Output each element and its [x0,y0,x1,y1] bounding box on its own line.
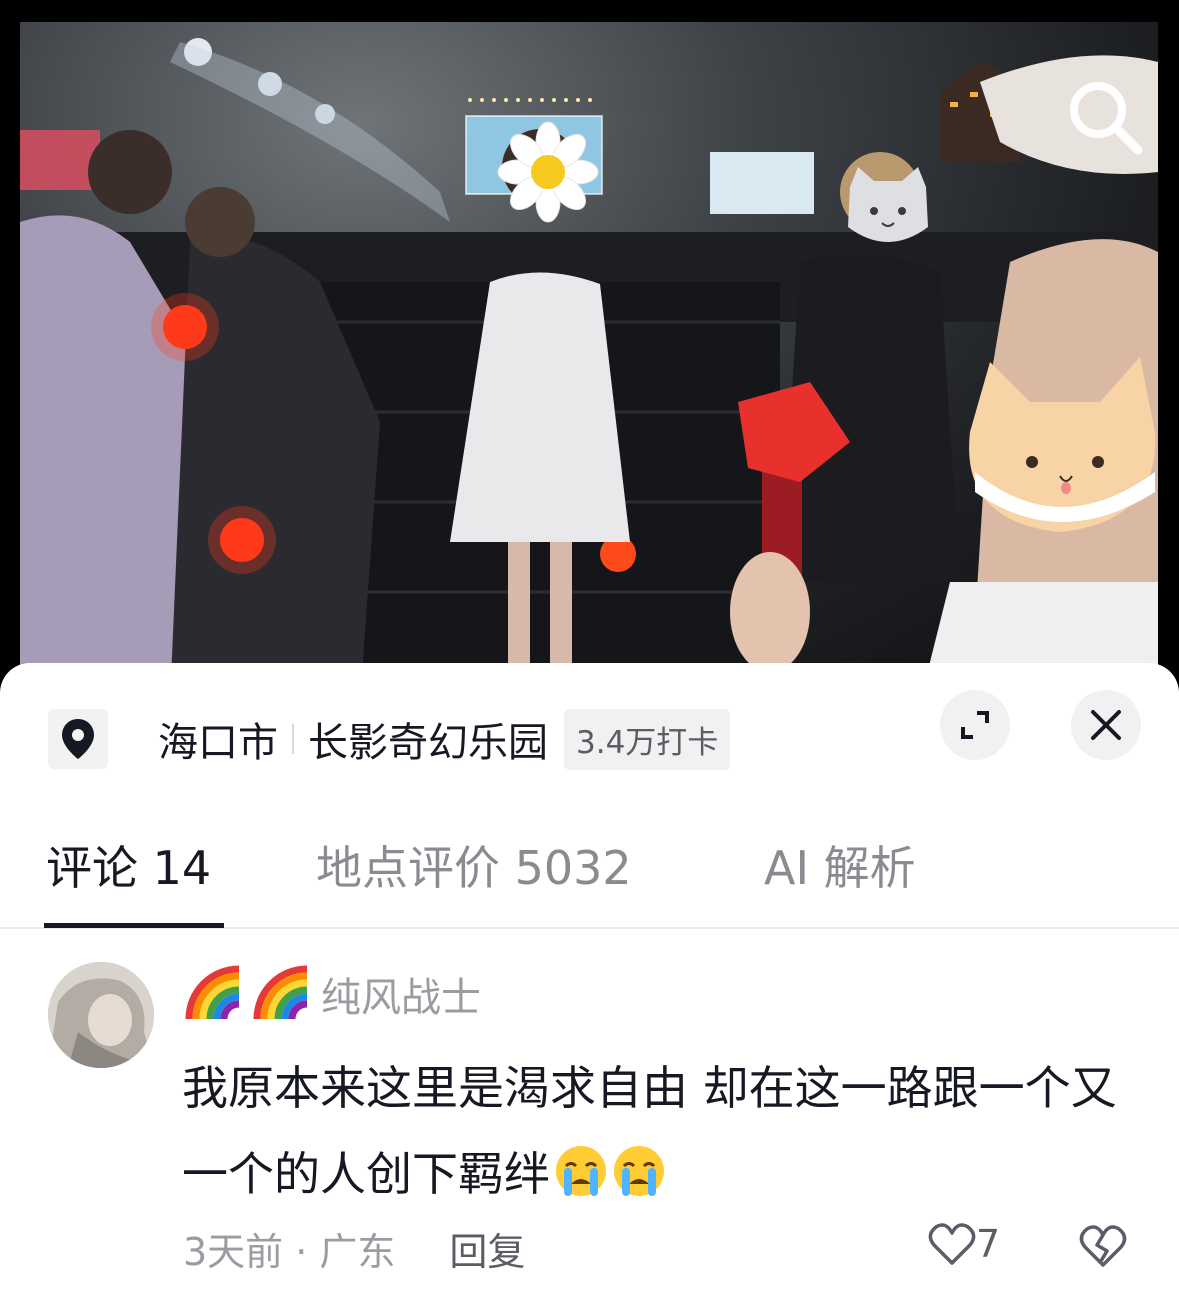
dislike-button[interactable] [1077,1221,1129,1273]
reply-button[interactable]: 回复 [449,1221,525,1276]
broken-heart-icon [1079,1225,1127,1267]
close-icon [1091,710,1121,740]
expand-button[interactable] [940,690,1010,760]
media-viewer[interactable] [0,0,1179,700]
crying-face-icon [614,1146,664,1196]
tab-comments[interactable]: 评论 14 [46,833,211,903]
username[interactable]: 纯风战士 [321,965,481,1023]
close-button[interactable] [1071,690,1141,760]
location-bar[interactable]: 海口市 长影奇幻乐园 3.4万打卡 [48,708,731,770]
comment-sheet: 海口市 长影奇幻乐园 3.4万打卡 评论 14 地点评价 5032 AI 解析 [0,663,1179,1299]
map-pin-icon [48,709,108,769]
avatar[interactable] [48,962,154,1068]
like-button[interactable]: 7 [928,1221,1000,1267]
tab-ai-analysis[interactable]: AI 解析 [764,833,916,903]
location-separator [292,724,294,754]
location-city[interactable]: 海口市 [158,710,278,768]
comment-text: 我原本来这里是渴求自由 却在这一路跟一个又一个的人创下羁绊 [182,1045,1142,1217]
heart-icon [928,1223,976,1265]
active-tab-indicator [44,923,224,928]
rainbow-icon [253,965,308,1020]
checkin-count-badge: 3.4万打卡 [564,708,731,770]
search-icon[interactable] [1060,72,1150,162]
rainbow-icon [185,965,240,1020]
crying-face-icon [556,1146,606,1196]
comment-meta: 3天前 · 广东 回复 [183,1221,525,1276]
like-count: 7 [976,1222,1001,1266]
comment-time-region: 3天前 · 广东 [183,1230,396,1274]
concert-photo [20,22,1158,700]
location-place[interactable]: 长影奇幻乐园 [308,710,548,768]
expand-icon [961,711,989,739]
tab-place-reviews[interactable]: 地点评价 5032 [316,833,632,903]
username-row[interactable]: 纯风战士 [183,963,481,1025]
tab-bar: 评论 14 地点评价 5032 AI 解析 [0,833,1179,929]
